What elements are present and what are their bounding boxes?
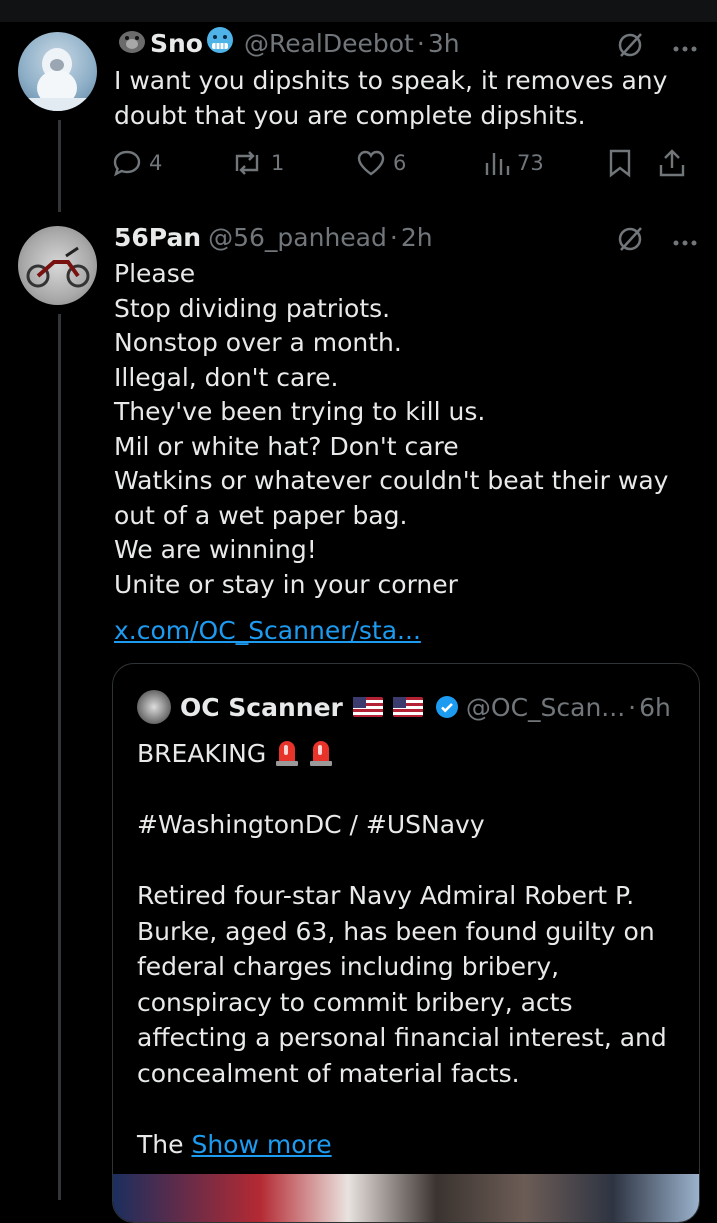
tweet-actions: 4 1 6 73 [112,146,702,180]
author-handle[interactable]: @56_panhead [208,223,387,252]
quoted-avatar[interactable] [137,690,171,724]
breaking-label: BREAKING [137,739,267,768]
author-name[interactable]: Sno [150,29,203,58]
reply-button[interactable]: 4 [112,149,230,177]
verified-badge-icon [435,696,458,718]
avatar-yeti-image [18,48,97,111]
tweet-text: Please Stop dividing patriots. Nonstop o… [114,259,669,599]
tweet-header-actions [615,30,697,64]
like-button[interactable]: 6 [356,149,484,177]
quoted-tweet-header: OC Scanner @OC_Scan... · 6h [137,690,671,724]
tweet-header-actions [615,224,697,258]
siren-emoji-icon [310,741,333,766]
more-icon[interactable] [673,232,697,251]
show-more-link[interactable]: Show more [191,1130,331,1159]
views-button[interactable]: 73 [484,149,608,177]
reply-count: 4 [149,151,163,175]
repost-count: 1 [271,151,285,175]
siren-emoji-icon [276,741,299,766]
view-count: 73 [517,151,544,175]
separator-dot: · [389,222,398,252]
timestamp[interactable]: 3h [428,29,460,58]
repost-icon [235,151,259,175]
status-bar [0,0,717,22]
tweet-header: Sno @RealDeebot · 3h [114,27,460,59]
quoted-tweet-text: BREAKING #WashingtonDC / #USNavy Retired… [137,736,677,1162]
tweet-header: 56Pan @56_panhead · 2h [114,221,433,253]
us-flag-icon [352,697,383,717]
avatar[interactable] [18,226,97,305]
separator-dot: · [628,692,637,722]
avatar[interactable] [18,32,97,111]
more-icon[interactable] [673,38,697,57]
quoted-author-handle[interactable]: @OC_Scan... [466,693,625,722]
share-button[interactable] [658,148,686,178]
views-icon [485,153,510,175]
separator-dot: · [416,28,425,58]
thread-line [58,314,61,1200]
quoted-tweet-card[interactable]: OC Scanner @OC_Scan... · 6h BREAKING #Wa… [112,663,700,1223]
quoted-media-image[interactable] [113,1174,699,1222]
bookmark-button[interactable] [608,148,658,178]
quoted-body: Retired four-star Navy Admiral Robert P.… [137,881,667,1088]
cold-face-emoji-icon [205,25,235,61]
share-icon [659,149,685,177]
repost-button[interactable]: 1 [230,149,356,177]
reply-icon [113,150,141,177]
quoted-author-name[interactable]: OC Scanner [180,693,343,722]
author-handle[interactable]: @RealDeebot [244,29,414,58]
hashtags: #WashingtonDC / #USNavy [137,810,485,839]
timestamp[interactable]: 2h [401,223,433,252]
gorilla-emoji-icon [116,26,148,60]
avatar-motorcycle-image [26,246,90,288]
like-count: 6 [393,151,407,175]
thread-line [58,120,61,212]
quoted-tail: The [137,1129,184,1159]
quoted-timestamp[interactable]: 6h [639,693,671,722]
us-flag-icon [392,697,423,717]
tweet-text: I want you dipshits to speak, it removes… [114,66,668,130]
author-name[interactable]: 56Pan [114,223,201,252]
tweet-link[interactable]: x.com/OC_Scanner/sta... [114,616,421,645]
grok-icon[interactable] [615,224,645,258]
bookmark-icon [609,149,631,178]
grok-icon[interactable] [615,30,645,64]
heart-icon [357,150,385,176]
